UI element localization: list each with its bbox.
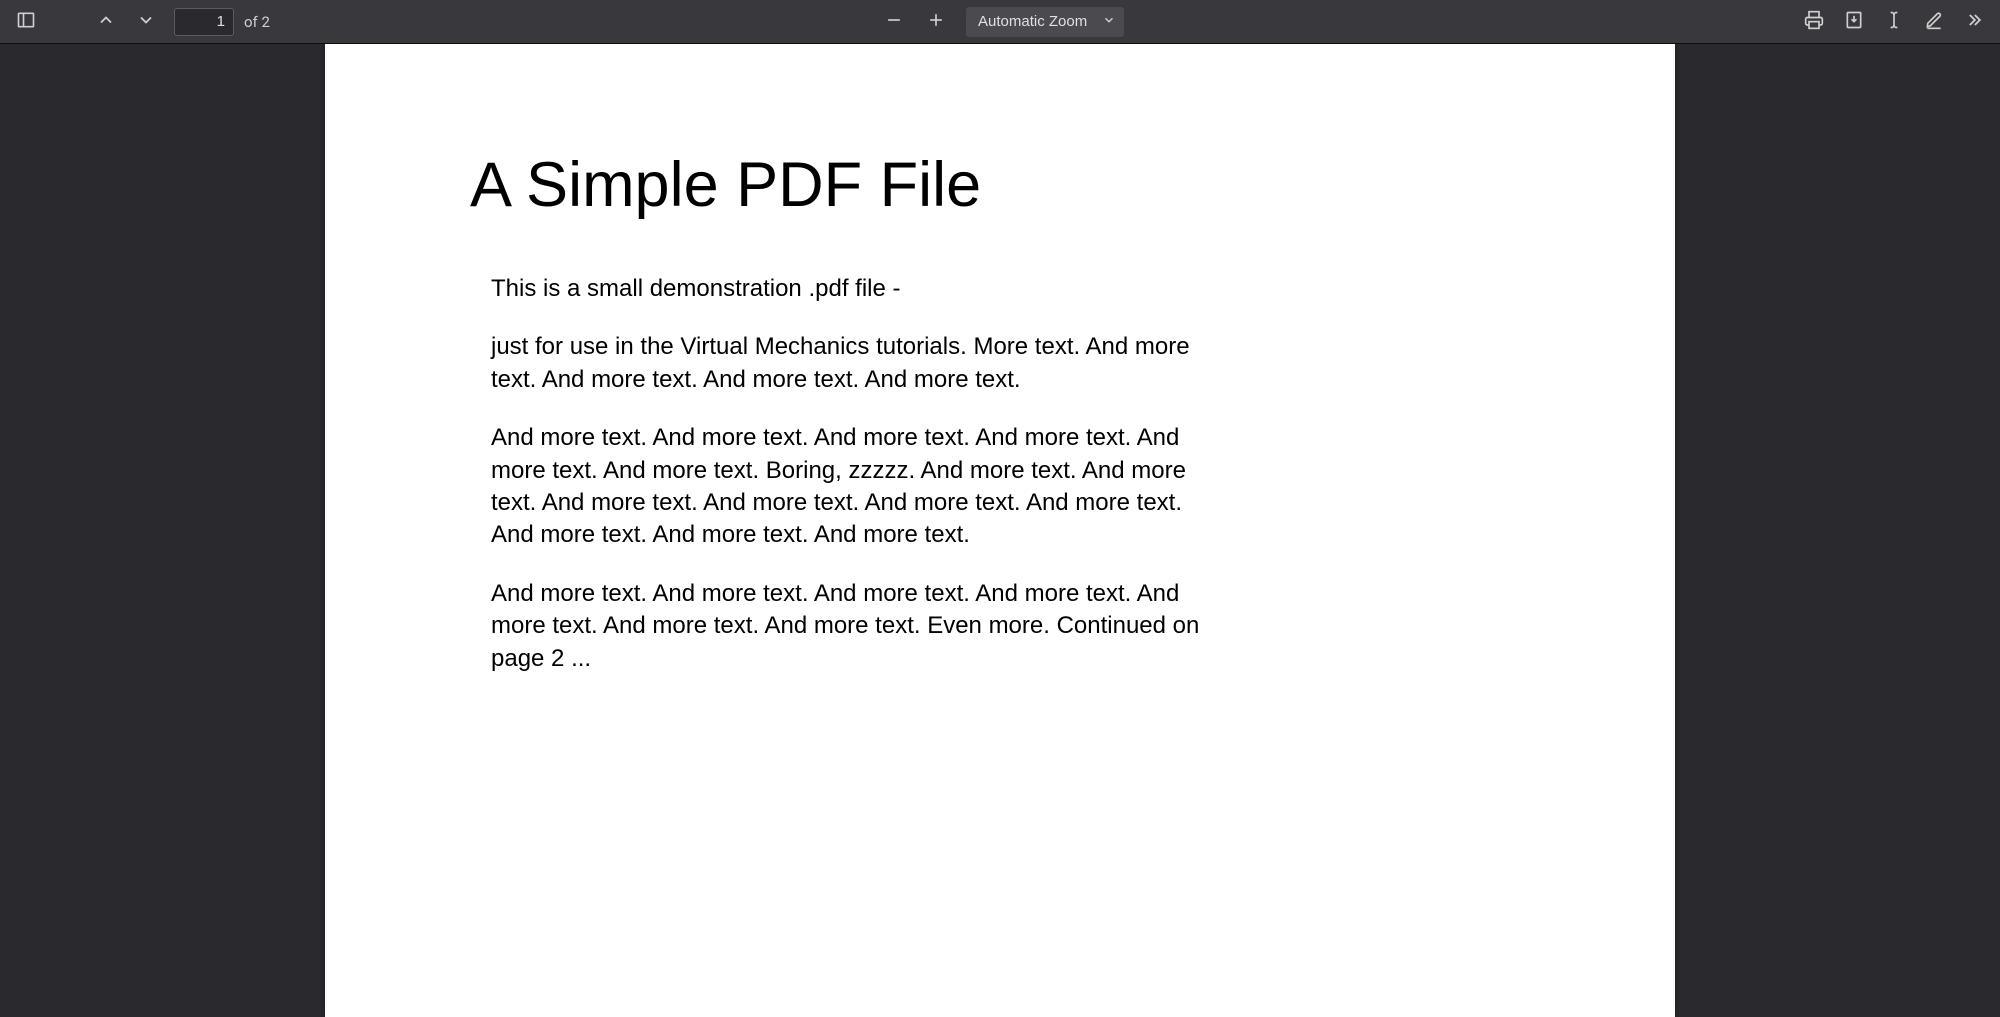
toolbar-left-group: of 2 [8, 4, 270, 40]
document-paragraph: just for use in the Virtual Mechanics tu… [491, 331, 1206, 396]
document-paragraph: And more text. And more text. And more t… [491, 422, 1206, 552]
minus-icon [884, 10, 904, 33]
pdf-toolbar: of 2 Automatic Zoom [0, 0, 2000, 44]
zoom-in-button[interactable] [918, 4, 954, 40]
chevron-up-icon [96, 10, 116, 33]
toolbar-right-group [1796, 4, 1992, 40]
document-paragraph: And more text. And more text. And more t… [491, 578, 1206, 675]
page-number-input[interactable] [174, 8, 234, 36]
tools-menu-button[interactable] [1956, 4, 1992, 40]
draw-tool-button[interactable] [1916, 4, 1952, 40]
next-page-button[interactable] [128, 4, 164, 40]
pdf-page: A Simple PDF File This is a small demons… [325, 44, 1675, 1017]
zoom-select-wrapper[interactable]: Automatic Zoom [966, 7, 1124, 37]
sidebar-icon [16, 10, 36, 33]
chevron-double-right-icon [1964, 10, 1984, 33]
page-count-label: of 2 [244, 13, 270, 31]
zoom-out-button[interactable] [876, 4, 912, 40]
download-button[interactable] [1836, 4, 1872, 40]
document-title: A Simple PDF File [470, 149, 1525, 221]
text-cursor-icon [1884, 10, 1904, 33]
plus-icon [926, 10, 946, 33]
previous-page-button[interactable] [88, 4, 124, 40]
toggle-sidebar-button[interactable] [8, 4, 44, 40]
chevron-down-icon [136, 10, 156, 33]
print-icon [1804, 10, 1824, 33]
pencil-icon [1924, 10, 1944, 33]
print-button[interactable] [1796, 4, 1832, 40]
pdf-viewer-area[interactable]: A Simple PDF File This is a small demons… [0, 44, 2000, 1017]
text-tool-button[interactable] [1876, 4, 1912, 40]
zoom-select[interactable]: Automatic Zoom [978, 13, 1116, 30]
download-icon [1844, 10, 1864, 33]
document-paragraph: This is a small demonstration .pdf file … [491, 273, 1206, 305]
toolbar-center-group: Automatic Zoom [876, 4, 1124, 40]
